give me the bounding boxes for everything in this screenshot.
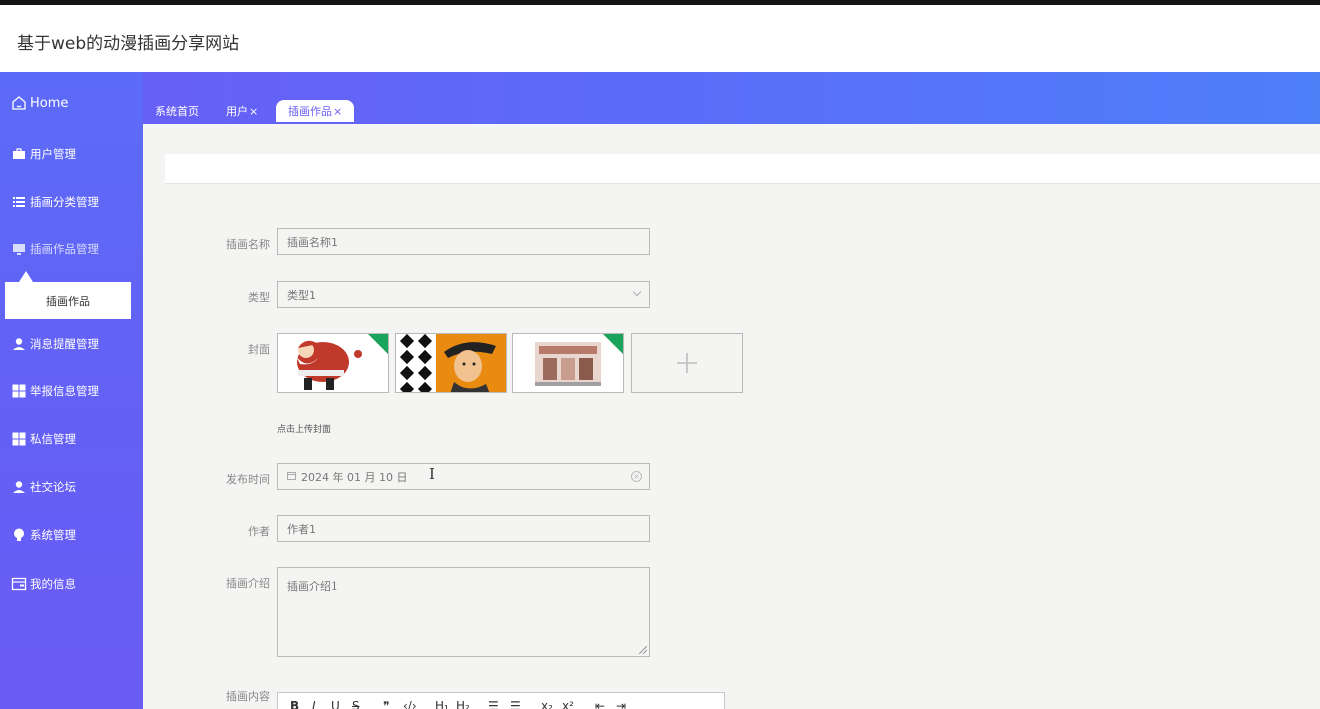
user-icon [11,336,27,352]
type-select[interactable]: 类型1 [277,281,650,308]
briefcase-icon [11,146,27,162]
publish-date-label: 发布时间 [226,473,270,486]
close-icon[interactable]: × [249,105,258,118]
sidebar-subitem-works[interactable]: 插画作品 [5,282,131,319]
sidebar-item-label: 插画作品管理 [30,242,99,256]
tab-home[interactable]: 系统首页 [155,100,199,122]
grid-icon [11,431,27,447]
list-icon [11,194,27,210]
user-icon [11,479,27,495]
underline-icon[interactable]: U [331,699,340,709]
tab-works-label: 插画作品 [288,105,332,118]
cover-thumbnail[interactable] [277,333,389,393]
publish-date-value: 2024 年 01 月 10 日 [301,470,408,484]
sidebar-item-notifications[interactable]: 消息提醒管理 [11,336,99,352]
resize-handle-icon[interactable] [639,646,647,654]
close-icon[interactable]: × [333,105,342,118]
chevron-down-icon [632,287,642,297]
clear-icon[interactable]: × [631,471,642,482]
sidebar-item-label: 插画分类管理 [30,195,99,209]
sidebar-item-label: 私信管理 [30,432,76,446]
intro-textarea[interactable]: 插画介绍1 [277,567,650,657]
uploaded-badge [368,334,388,354]
grid-icon [11,383,27,399]
subscript-icon[interactable]: x₂ [541,699,553,709]
intro-value: 插画介绍1 [287,580,338,593]
code-icon[interactable]: ‹/› [403,699,417,709]
content-label: 插画内容 [226,690,270,703]
site-title: 基于web的动漫插画分享网站 [17,34,240,54]
sidebar-item-categories[interactable]: 插画分类管理 [11,194,99,210]
text-cursor-icon: I [429,465,435,483]
sidebar-item-works[interactable]: 插画作品管理 [11,241,99,257]
ordered-list-icon[interactable]: ☰ [488,699,499,709]
home-icon [11,95,27,111]
cover-label: 封面 [248,343,270,356]
bold-icon[interactable]: B [290,699,299,709]
heading2-icon[interactable]: H₂ [456,699,470,709]
breadcrumb-bar [165,154,1320,184]
cover-thumbnail[interactable] [395,333,507,393]
tab-works[interactable]: 插画作品 × [276,100,355,122]
monitor-icon [11,241,27,257]
bullet-list-icon[interactable]: ☰ [510,699,521,709]
indent-icon[interactable]: ⇥ [616,699,626,709]
heading1-icon[interactable]: H₁ [435,699,449,709]
type-label: 类型 [248,291,270,304]
rich-text-editor[interactable]: B I U S ❞ ‹/› H₁ H₂ ☰ ☰ x₂ x² ⇤ ⇥ [277,692,725,709]
wallet-icon [11,576,27,592]
plus-icon [677,353,697,373]
sidebar-item-label: 举报信息管理 [30,384,99,398]
cover-thumbnail[interactable] [512,333,624,393]
sidebar-item-label: 社交论坛 [30,480,76,494]
submenu-caret [19,271,33,282]
strike-icon[interactable]: S [352,699,360,709]
name-value: 插画名称1 [287,235,338,249]
sidebar-item-messages[interactable]: 私信管理 [11,431,76,447]
italic-icon[interactable]: I [312,699,316,709]
sidebar-item-label: Home [30,95,69,111]
calendar-icon [287,470,296,483]
upload-cover-button[interactable] [631,333,743,393]
tab-user-label: 用户 [226,105,248,118]
sidebar-item-profile[interactable]: 我的信息 [11,576,76,592]
sidebar-item-forum[interactable]: 社交论坛 [11,479,76,495]
sidebar-item-users[interactable]: 用户管理 [11,146,76,162]
intro-label: 插画介绍 [226,577,270,590]
publish-date-picker[interactable]: 2024 年 01 月 10 日 × [277,463,650,490]
name-input[interactable]: 插画名称1 [277,228,650,255]
sidebar-item-system[interactable]: 系统管理 [11,527,76,543]
sidebar-item-label: 系统管理 [30,528,76,542]
sidebar-item-label: 我的信息 [30,577,76,591]
sidebar-item-home[interactable]: Home [11,95,68,111]
type-value: 类型1 [287,288,316,302]
name-label: 插画名称 [226,238,270,251]
upload-hint: 点击上传封面 [277,425,332,435]
author-input[interactable]: 作者1 [277,515,650,542]
outdent-icon[interactable]: ⇤ [595,699,605,709]
site-header: 基于web的动漫插画分享网站 [0,5,1320,72]
quote-icon[interactable]: ❞ [383,699,389,709]
bulb-icon [11,527,27,543]
sidebar-subitem-label: 插画作品 [46,294,90,308]
sidebar-item-label: 用户管理 [30,147,76,161]
sidebar-item-label: 消息提醒管理 [30,337,99,351]
portrait-illustration [396,334,506,392]
author-value: 作者1 [287,522,316,536]
sidebar-item-reports[interactable]: 举报信息管理 [11,383,99,399]
tab-home-label: 系统首页 [155,105,199,118]
superscript-icon[interactable]: x² [562,699,574,709]
uploaded-badge [603,334,623,354]
author-label: 作者 [248,525,270,538]
tab-user[interactable]: 用户 × [226,100,258,122]
